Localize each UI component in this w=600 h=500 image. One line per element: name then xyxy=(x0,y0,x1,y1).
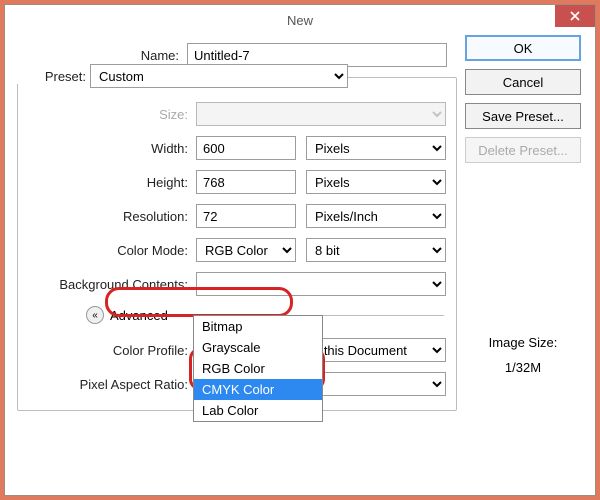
height-unit-select[interactable]: Pixels xyxy=(306,170,446,194)
chevron-up-icon[interactable]: « xyxy=(86,306,104,324)
size-select xyxy=(196,102,446,126)
resolution-unit-select[interactable]: Pixels/Inch xyxy=(306,204,446,228)
cancel-button[interactable]: Cancel xyxy=(465,69,581,95)
color-mode-option[interactable]: Lab Color xyxy=(194,400,322,421)
size-row: Size: xyxy=(26,102,448,126)
new-document-dialog: New Name: Preset: Custom Size: xyxy=(4,4,596,496)
color-mode-option[interactable]: Bitmap xyxy=(194,316,322,337)
pixel-aspect-label: Pixel Aspect Ratio: xyxy=(26,377,196,392)
color-mode-row: Color Mode: RGB Color 8 bit xyxy=(26,238,448,262)
bit-depth-select[interactable]: 8 bit xyxy=(306,238,446,262)
width-unit-select[interactable]: Pixels xyxy=(306,136,446,160)
delete-preset-button: Delete Preset... xyxy=(465,137,581,163)
width-row: Width: Pixels xyxy=(26,136,448,160)
color-profile-label: Color Profile: xyxy=(26,343,196,358)
bg-contents-select[interactable] xyxy=(196,272,446,296)
dialog-body: Name: Preset: Custom Size: Width: xyxy=(5,35,595,423)
titlebar: New xyxy=(5,5,595,35)
bg-contents-row: Background Contents: xyxy=(26,272,448,296)
color-mode-select[interactable]: RGB Color xyxy=(196,238,296,262)
preset-select[interactable]: Custom xyxy=(90,64,348,88)
close-icon xyxy=(570,11,580,21)
side-button-panel: OK Cancel Save Preset... Delete Preset..… xyxy=(465,35,581,163)
width-label: Width: xyxy=(26,141,196,156)
image-size-label: Image Size: xyxy=(465,335,581,350)
close-button[interactable] xyxy=(555,5,595,27)
size-label: Size: xyxy=(26,107,196,122)
save-preset-button[interactable]: Save Preset... xyxy=(465,103,581,129)
name-label: Name: xyxy=(17,48,187,63)
height-input[interactable] xyxy=(196,170,296,194)
color-mode-option[interactable]: RGB Color xyxy=(194,358,322,379)
resolution-label: Resolution: xyxy=(26,209,196,224)
color-mode-option[interactable]: Grayscale xyxy=(194,337,322,358)
dialog-title: New xyxy=(287,13,313,28)
height-label: Height: xyxy=(26,175,196,190)
ok-button[interactable]: OK xyxy=(465,35,581,61)
image-size-info: Image Size: 1/32M xyxy=(465,335,581,375)
height-row: Height: Pixels xyxy=(26,170,448,194)
resolution-input[interactable] xyxy=(196,204,296,228)
preset-label: Preset: xyxy=(10,69,90,84)
width-input[interactable] xyxy=(196,136,296,160)
color-mode-option[interactable]: CMYK Color xyxy=(194,379,322,400)
image-size-value: 1/32M xyxy=(465,360,581,375)
resolution-row: Resolution: Pixels/Inch xyxy=(26,204,448,228)
advanced-label: Advanced xyxy=(110,308,168,323)
color-mode-dropdown[interactable]: BitmapGrayscaleRGB ColorCMYK ColorLab Co… xyxy=(193,315,323,422)
color-mode-label: Color Mode: xyxy=(26,243,196,258)
bg-contents-label: Background Contents: xyxy=(26,277,196,292)
